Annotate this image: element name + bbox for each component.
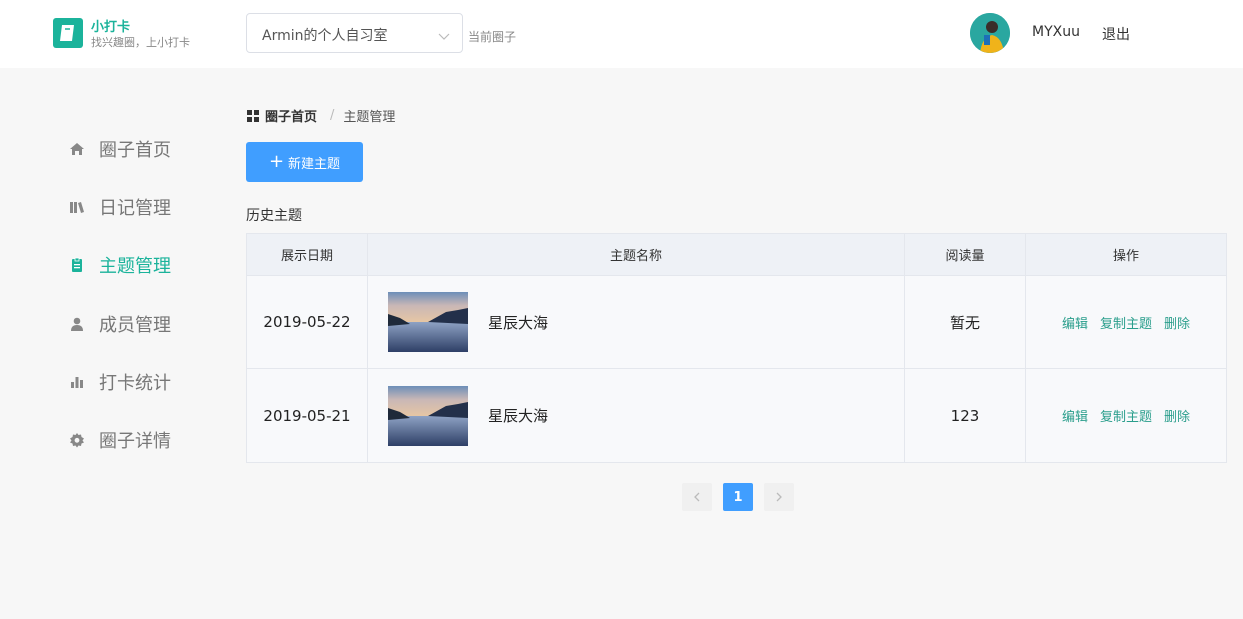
logo-icon — [53, 18, 83, 48]
top-header: 小打卡 找兴趣圈，上小打卡 Armin的个人自习室 当前圈子 MYXuu 退出 — [0, 0, 1243, 68]
chevron-right-icon — [776, 492, 782, 502]
sidebar-item-label: 成员管理 — [99, 315, 171, 336]
page-number-button[interactable]: 1 — [723, 483, 753, 511]
clipboard-icon — [68, 256, 86, 274]
topics-table: 展示日期 主题名称 阅读量 操作 2019-05-22 星辰大海 暂无 编辑 复… — [246, 233, 1227, 463]
chevron-down-icon — [438, 27, 450, 46]
topic-name: 星辰大海 — [488, 313, 549, 332]
logout-link[interactable]: 退出 — [1102, 24, 1130, 44]
table-row: 2019-05-21 星辰大海 123 编辑 复制主题 删除 — [247, 369, 1226, 462]
column-header: 展示日期 — [247, 234, 368, 275]
avatar[interactable] — [970, 13, 1010, 53]
topic-thumbnail — [388, 292, 468, 352]
sidebar-item-label: 圈子详情 — [99, 431, 171, 452]
topic-name: 星辰大海 — [488, 407, 549, 425]
delete-link[interactable]: 删除 — [1164, 406, 1190, 425]
sidebar-item-stats[interactable]: 打卡统计 — [68, 370, 171, 394]
breadcrumb-home-label: 圈子首页 — [265, 110, 318, 125]
plus-icon: + — [268, 151, 285, 172]
edit-link[interactable]: 编辑 — [1062, 313, 1088, 332]
sidebar-item-label: 日记管理 — [99, 198, 171, 219]
edit-link[interactable]: 编辑 — [1062, 406, 1088, 425]
circle-select[interactable]: Armin的个人自习室 — [246, 13, 463, 53]
next-page-button[interactable] — [764, 483, 794, 511]
topic-reads: 暂无 — [905, 276, 1026, 368]
section-title: 历史主题 — [246, 208, 302, 224]
sidebar-item-label: 主题管理 — [99, 256, 171, 277]
user-icon — [68, 315, 86, 333]
topic-date: 2019-05-22 — [247, 276, 368, 368]
book-icon — [68, 198, 86, 216]
breadcrumb-home[interactable]: 圈子首页 — [247, 106, 317, 125]
breadcrumb: 圈子首页 / 主题管理 — [247, 106, 395, 125]
topic-actions: 编辑 复制主题 删除 — [1026, 369, 1226, 462]
topic-reads: 123 — [905, 369, 1026, 462]
table-header: 展示日期 主题名称 阅读量 操作 — [247, 234, 1226, 276]
sidebar-item-circle-details[interactable]: 圈子详情 — [68, 428, 171, 452]
home-icon — [68, 140, 86, 158]
sidebar-item-members[interactable]: 成员管理 — [68, 312, 171, 336]
pagination: 1 — [682, 483, 794, 511]
breadcrumb-current: 主题管理 — [343, 110, 396, 125]
copy-topic-link[interactable]: 复制主题 — [1100, 313, 1152, 332]
topic-date: 2019-05-21 — [247, 369, 368, 462]
prev-page-button[interactable] — [682, 483, 712, 511]
sidebar-item-diary[interactable]: 日记管理 — [68, 195, 171, 219]
new-topic-label: 新建主题 — [288, 156, 341, 172]
username: MYXuu — [1032, 24, 1080, 40]
sidebar-item-label: 打卡统计 — [99, 373, 171, 394]
topic-name-cell: 星辰大海 — [368, 276, 905, 368]
delete-link[interactable]: 删除 — [1164, 313, 1190, 332]
topic-name-cell: 星辰大海 — [368, 369, 905, 462]
circle-select-hint: 当前圈子 — [468, 30, 517, 44]
gear-icon — [68, 431, 86, 449]
brand-slogan: 找兴趣圈，上小打卡 — [91, 36, 190, 49]
topic-actions: 编辑 复制主题 删除 — [1026, 276, 1226, 368]
column-header: 操作 — [1112, 249, 1139, 264]
sidebar-item-circle-home[interactable]: 圈子首页 — [68, 137, 171, 161]
sidebar-item-label: 圈子首页 — [99, 140, 171, 161]
table-row: 2019-05-22 星辰大海 暂无 编辑 复制主题 删除 — [247, 276, 1226, 369]
copy-topic-link[interactable]: 复制主题 — [1100, 406, 1152, 425]
sidebar-item-topics[interactable]: 主题管理 — [68, 253, 171, 277]
bar-chart-icon — [68, 373, 86, 391]
breadcrumb-separator: / — [330, 108, 335, 123]
column-header: 主题名称 — [368, 234, 905, 275]
brand-name: 小打卡 — [91, 20, 131, 35]
column-header: 阅读量 — [905, 234, 1026, 275]
new-topic-button[interactable]: + 新建主题 — [246, 142, 363, 182]
circle-select-value: Armin的个人自习室 — [262, 28, 388, 44]
chevron-left-icon — [694, 492, 700, 502]
grid-icon — [247, 109, 259, 122]
topic-thumbnail — [388, 385, 468, 446]
